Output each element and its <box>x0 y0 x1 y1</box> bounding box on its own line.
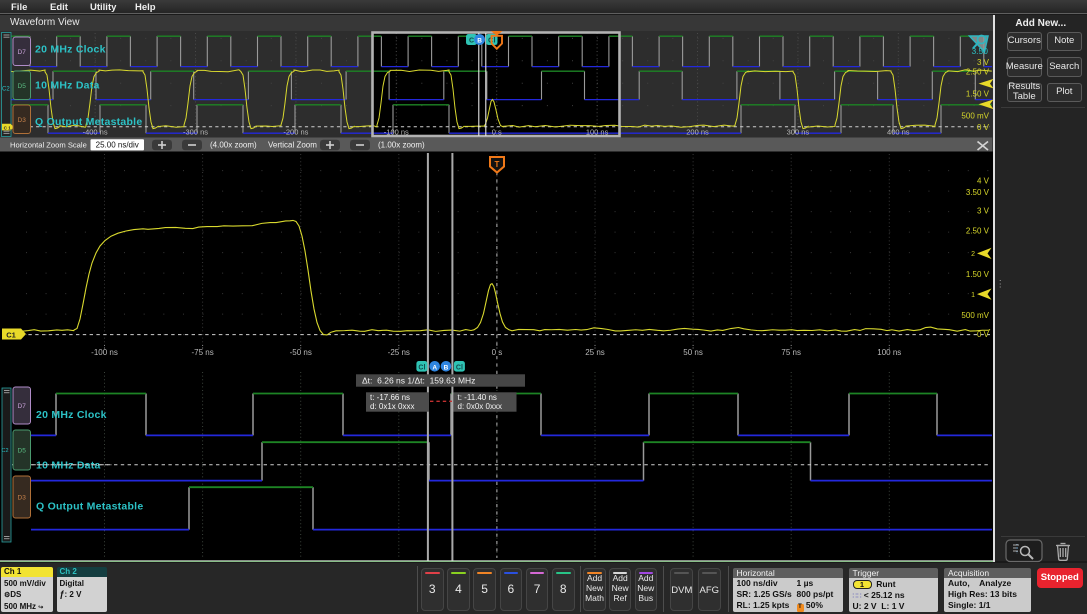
svg-text:400 ns: 400 ns <box>887 128 910 137</box>
svg-text:C: C <box>469 38 474 45</box>
svg-text:25.00 ns/div: 25.00 ns/div <box>96 141 139 150</box>
svg-text:1.50 V: 1.50 V <box>966 270 990 279</box>
svg-text:3 V: 3 V <box>977 206 990 215</box>
svg-text:4 V: 4 V <box>977 176 990 185</box>
svg-text:B: B <box>444 364 449 371</box>
svg-text:1: 1 <box>971 292 975 299</box>
svg-text:-200 ns: -200 ns <box>283 128 308 137</box>
svg-text:3 V: 3 V <box>977 58 990 67</box>
svg-text:10 MHz Data: 10 MHz Data <box>35 80 100 92</box>
svg-text:50 ns: 50 ns <box>683 348 703 357</box>
svg-text:0 s: 0 s <box>492 348 503 357</box>
svg-text:-100 ns: -100 ns <box>384 128 409 137</box>
svg-text:2: 2 <box>971 251 975 258</box>
svg-text:-400 ns: -400 ns <box>83 128 108 137</box>
svg-text:2.50 V: 2.50 V <box>966 68 990 77</box>
svg-text:-300 ns: -300 ns <box>183 128 208 137</box>
svg-text:D3: D3 <box>18 495 27 502</box>
svg-text:0 V: 0 V <box>977 123 990 132</box>
svg-text:(4.00x zoom): (4.00x zoom) <box>210 141 257 150</box>
svg-text:C1: C1 <box>6 330 16 339</box>
svg-text:d: 0x1x 0xxx: d: 0x1x 0xxx <box>370 402 414 411</box>
svg-text:Q Output Metastable: Q Output Metastable <box>35 116 142 128</box>
svg-text:0 V: 0 V <box>977 330 990 339</box>
svg-text:-100 ns: -100 ns <box>91 348 118 357</box>
svg-text:C 1: C 1 <box>4 125 12 130</box>
svg-text:100 ns: 100 ns <box>877 348 901 357</box>
svg-text:20 MHz Clock: 20 MHz Clock <box>35 44 106 56</box>
svg-text:Q Output Metastable: Q Output Metastable <box>36 501 143 513</box>
svg-text:D7: D7 <box>18 403 27 410</box>
svg-text:-25 ns: -25 ns <box>388 348 410 357</box>
svg-text:3.50: 3.50 <box>971 46 988 56</box>
svg-text:d: 0x0x 0xxx: d: 0x0x 0xxx <box>458 402 502 411</box>
svg-text:500 mV: 500 mV <box>961 311 989 320</box>
svg-text:-75 ns: -75 ns <box>191 348 213 357</box>
svg-text:D5: D5 <box>18 83 27 90</box>
svg-text:Δt: 6.26 ns 1/Δt: 159.63 MHz: Δt: 6.26 ns 1/Δt: 159.63 MHz <box>362 376 475 386</box>
svg-text:C2: C2 <box>2 87 10 93</box>
svg-text:B: B <box>477 37 482 44</box>
svg-text:D7: D7 <box>18 49 27 56</box>
svg-text:A: A <box>432 364 437 371</box>
svg-text:(1.00x zoom): (1.00x zoom) <box>378 141 425 150</box>
svg-text:200 ns: 200 ns <box>686 128 709 137</box>
svg-text:Vertical Zoom: Vertical Zoom <box>268 141 317 150</box>
svg-text:C2: C2 <box>2 448 9 454</box>
svg-text:2.50 V: 2.50 V <box>966 226 990 235</box>
svg-text:t: -17.66 ns: t: -17.66 ns <box>370 393 410 402</box>
svg-text:1.50 V: 1.50 V <box>966 90 990 99</box>
svg-text:300 ns: 300 ns <box>787 128 810 137</box>
svg-text:D5: D5 <box>18 448 27 455</box>
svg-text:500 mV: 500 mV <box>961 112 989 121</box>
svg-text:D3: D3 <box>18 117 27 124</box>
svg-text:25 ns: 25 ns <box>585 348 605 357</box>
svg-text:-50 ns: -50 ns <box>290 348 312 357</box>
svg-text:3.50 V: 3.50 V <box>966 188 990 197</box>
svg-text:0 s: 0 s <box>492 128 502 137</box>
svg-text:Horizontal Zoom Scale: Horizontal Zoom Scale <box>10 140 87 149</box>
svg-text:Cl: Cl <box>418 364 425 371</box>
svg-text:100 ns: 100 ns <box>586 128 609 137</box>
svg-text:T: T <box>495 160 500 169</box>
svg-text:20 MHz Clock: 20 MHz Clock <box>36 409 107 421</box>
svg-text:Cl: Cl <box>456 364 463 371</box>
svg-text:75 ns: 75 ns <box>781 348 801 357</box>
svg-text:t: -11.40 ns: t: -11.40 ns <box>458 393 497 402</box>
